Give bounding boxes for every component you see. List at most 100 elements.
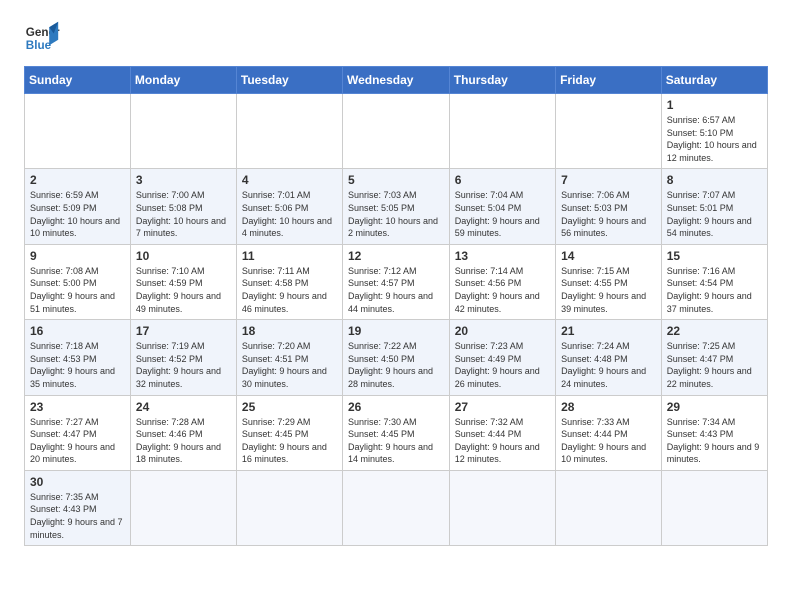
day-info: Sunrise: 7:29 AM Sunset: 4:45 PM Dayligh… [242,416,337,466]
day-info: Sunrise: 7:22 AM Sunset: 4:50 PM Dayligh… [348,340,444,390]
day-number: 19 [348,324,444,338]
calendar-week-5: 30 Sunrise: 7:35 AM Sunset: 4:43 PM Dayli… [25,470,768,545]
day-number: 24 [136,400,231,414]
calendar-cell [556,470,662,545]
calendar-cell [25,94,131,169]
calendar-cell: 9 Sunrise: 7:08 AM Sunset: 5:00 PM Daylig… [25,244,131,319]
day-number: 25 [242,400,337,414]
logo: General Blue [24,20,60,56]
day-number: 28 [561,400,656,414]
calendar-cell: 5 Sunrise: 7:03 AM Sunset: 5:05 PM Daylig… [342,169,449,244]
calendar-week-2: 9 Sunrise: 7:08 AM Sunset: 5:00 PM Daylig… [25,244,768,319]
calendar-header-sunday: Sunday [25,67,131,94]
day-number: 5 [348,173,444,187]
day-number: 26 [348,400,444,414]
calendar-cell: 4 Sunrise: 7:01 AM Sunset: 5:06 PM Daylig… [236,169,342,244]
day-number: 2 [30,173,125,187]
day-number: 29 [667,400,762,414]
day-info: Sunrise: 7:23 AM Sunset: 4:49 PM Dayligh… [455,340,550,390]
day-info: Sunrise: 7:34 AM Sunset: 4:43 PM Dayligh… [667,416,762,466]
calendar-week-4: 23Sunrise: 7:27 AM Sunset: 4:47 PM Dayli… [25,395,768,470]
day-number: 6 [455,173,550,187]
day-info: Sunrise: 7:01 AM Sunset: 5:06 PM Dayligh… [242,189,337,239]
day-number: 15 [667,249,762,263]
day-info: Sunrise: 6:59 AM Sunset: 5:09 PM Dayligh… [30,189,125,239]
calendar-cell: 22Sunrise: 7:25 AM Sunset: 4:47 PM Dayli… [661,320,767,395]
calendar-cell [130,94,236,169]
day-info: Sunrise: 7:03 AM Sunset: 5:05 PM Dayligh… [348,189,444,239]
calendar-cell: 2 Sunrise: 6:59 AM Sunset: 5:09 PM Daylig… [25,169,131,244]
day-info: Sunrise: 7:27 AM Sunset: 4:47 PM Dayligh… [30,416,125,466]
calendar-cell: 1 Sunrise: 6:57 AM Sunset: 5:10 PM Daylig… [661,94,767,169]
calendar-week-3: 16Sunrise: 7:18 AM Sunset: 4:53 PM Dayli… [25,320,768,395]
day-number: 16 [30,324,125,338]
day-info: Sunrise: 7:35 AM Sunset: 4:43 PM Dayligh… [30,491,125,541]
calendar-week-1: 2 Sunrise: 6:59 AM Sunset: 5:09 PM Daylig… [25,169,768,244]
day-number: 21 [561,324,656,338]
calendar-cell: 18Sunrise: 7:20 AM Sunset: 4:51 PM Dayli… [236,320,342,395]
day-info: Sunrise: 7:30 AM Sunset: 4:45 PM Dayligh… [348,416,444,466]
calendar-cell: 8Sunrise: 7:07 AM Sunset: 5:01 PM Daylig… [661,169,767,244]
day-info: Sunrise: 7:00 AM Sunset: 5:08 PM Dayligh… [136,189,231,239]
day-info: Sunrise: 7:28 AM Sunset: 4:46 PM Dayligh… [136,416,231,466]
day-number: 14 [561,249,656,263]
calendar-cell: 19 Sunrise: 7:22 AM Sunset: 4:50 PM Dayli… [342,320,449,395]
day-number: 27 [455,400,550,414]
calendar-cell: 25 Sunrise: 7:29 AM Sunset: 4:45 PM Dayli… [236,395,342,470]
day-number: 4 [242,173,337,187]
calendar-cell [449,470,555,545]
calendar-cell [236,470,342,545]
calendar-header-monday: Monday [130,67,236,94]
calendar-header-thursday: Thursday [449,67,555,94]
calendar-cell: 23Sunrise: 7:27 AM Sunset: 4:47 PM Dayli… [25,395,131,470]
day-info: Sunrise: 7:16 AM Sunset: 4:54 PM Dayligh… [667,265,762,315]
day-info: Sunrise: 7:24 AM Sunset: 4:48 PM Dayligh… [561,340,656,390]
calendar-cell: 17Sunrise: 7:19 AM Sunset: 4:52 PM Dayli… [130,320,236,395]
calendar-header-tuesday: Tuesday [236,67,342,94]
svg-text:Blue: Blue [26,39,52,52]
calendar-cell: 13 Sunrise: 7:14 AM Sunset: 4:56 PM Dayli… [449,244,555,319]
day-info: Sunrise: 6:57 AM Sunset: 5:10 PM Dayligh… [667,114,762,164]
day-number: 12 [348,249,444,263]
calendar-cell: 29 Sunrise: 7:34 AM Sunset: 4:43 PM Dayli… [661,395,767,470]
calendar-cell: 30 Sunrise: 7:35 AM Sunset: 4:43 PM Dayli… [25,470,131,545]
calendar-cell [556,94,662,169]
generalblue-icon: General Blue [24,20,60,56]
calendar-cell: 26 Sunrise: 7:30 AM Sunset: 4:45 PM Dayli… [342,395,449,470]
day-info: Sunrise: 7:33 AM Sunset: 4:44 PM Dayligh… [561,416,656,466]
calendar-cell [236,94,342,169]
day-info: Sunrise: 7:10 AM Sunset: 4:59 PM Dayligh… [136,265,231,315]
day-info: Sunrise: 7:19 AM Sunset: 4:52 PM Dayligh… [136,340,231,390]
calendar-header-friday: Friday [556,67,662,94]
calendar-cell: 20 Sunrise: 7:23 AM Sunset: 4:49 PM Dayli… [449,320,555,395]
calendar-cell: 14 Sunrise: 7:15 AM Sunset: 4:55 PM Dayli… [556,244,662,319]
calendar-header-wednesday: Wednesday [342,67,449,94]
day-info: Sunrise: 7:12 AM Sunset: 4:57 PM Dayligh… [348,265,444,315]
day-info: Sunrise: 7:15 AM Sunset: 4:55 PM Dayligh… [561,265,656,315]
calendar-week-0: 1 Sunrise: 6:57 AM Sunset: 5:10 PM Daylig… [25,94,768,169]
day-number: 9 [30,249,125,263]
calendar-cell: 21 Sunrise: 7:24 AM Sunset: 4:48 PM Dayli… [556,320,662,395]
calendar-cell: 12 Sunrise: 7:12 AM Sunset: 4:57 PM Dayli… [342,244,449,319]
day-number: 3 [136,173,231,187]
calendar-cell: 6 Sunrise: 7:04 AM Sunset: 5:04 PM Daylig… [449,169,555,244]
day-info: Sunrise: 7:04 AM Sunset: 5:04 PM Dayligh… [455,189,550,239]
day-info: Sunrise: 7:14 AM Sunset: 4:56 PM Dayligh… [455,265,550,315]
day-info: Sunrise: 7:06 AM Sunset: 5:03 PM Dayligh… [561,189,656,239]
calendar-header-saturday: Saturday [661,67,767,94]
day-number: 1 [667,98,762,112]
day-info: Sunrise: 7:20 AM Sunset: 4:51 PM Dayligh… [242,340,337,390]
calendar-cell [342,94,449,169]
day-info: Sunrise: 7:08 AM Sunset: 5:00 PM Dayligh… [30,265,125,315]
day-info: Sunrise: 7:07 AM Sunset: 5:01 PM Dayligh… [667,189,762,239]
day-number: 11 [242,249,337,263]
calendar: SundayMondayTuesdayWednesdayThursdayFrid… [24,66,768,546]
calendar-cell: 7Sunrise: 7:06 AM Sunset: 5:03 PM Daylig… [556,169,662,244]
day-number: 30 [30,475,125,489]
calendar-cell: 15 Sunrise: 7:16 AM Sunset: 4:54 PM Dayli… [661,244,767,319]
day-info: Sunrise: 7:11 AM Sunset: 4:58 PM Dayligh… [242,265,337,315]
day-number: 22 [667,324,762,338]
day-number: 13 [455,249,550,263]
calendar-cell [130,470,236,545]
day-number: 20 [455,324,550,338]
